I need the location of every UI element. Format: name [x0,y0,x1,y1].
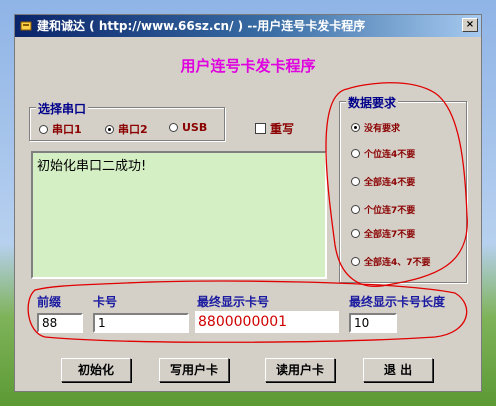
radio-units-no-7-label: 个位连7不要 [364,206,416,216]
close-button[interactable]: × [462,18,478,32]
radio-usb[interactable]: USB [169,121,207,134]
write-card-button[interactable]: 写用户卡 [159,358,229,382]
radio-button-icon [351,205,360,214]
radio-button-icon [351,149,360,158]
rewrite-checkbox[interactable]: 重写 [255,120,294,137]
checkbox-icon [255,123,266,134]
prefix-label: 前缀 [37,295,62,309]
radio-com1-label: 串口1 [52,123,82,136]
final-card-label: 最终显示卡号 [197,295,270,309]
radio-com1[interactable]: 串口1 [39,121,82,137]
radio-button-icon [351,257,360,266]
radio-no-requirement-label: 没有要求 [364,124,401,134]
app-window: 建和诚达 ( http://www.66sz.cn/ ) --用户连号卡发卡程序… [14,14,482,392]
prefix-input[interactable]: 88 [37,313,83,333]
serial-port-legend: 选择串口 [36,100,89,117]
radio-units-no-4-label: 个位连4不要 [364,150,416,160]
title-bar[interactable]: 建和诚达 ( http://www.66sz.cn/ ) --用户连号卡发卡程序… [15,15,481,37]
radio-button-icon [351,229,360,238]
radio-no-requirement[interactable]: 没有要求 [351,121,400,134]
final-length-input[interactable]: 10 [349,313,397,333]
rewrite-label: 重写 [270,122,295,136]
radio-all-no-4-label: 全部连4不要 [364,178,416,188]
radio-button-icon [351,177,360,186]
window-title: 建和诚达 ( http://www.66sz.cn/ ) --用户连号卡发卡程序 [37,19,366,33]
radio-units-no-7[interactable]: 个位连7不要 [351,203,415,216]
data-requirement-legend: 数据要求 [346,94,399,111]
final-length-label: 最终显示卡号长度 [349,295,446,309]
status-output[interactable]: 初始化串口二成功! [31,151,327,279]
program-title: 用户连号卡发卡程序 [180,57,316,75]
radio-usb-label: USB [182,121,208,134]
radio-button-icon [169,123,178,132]
radio-all-no-4-7-label: 全部连4、7不要 [364,258,431,268]
radio-all-no-4[interactable]: 全部连4不要 [351,175,415,188]
status-text: 初始化串口二成功! [37,159,147,174]
radio-all-no-7[interactable]: 全部连7不要 [351,227,415,240]
radio-com2[interactable]: 串口2 [105,121,148,137]
radio-all-no-4-7[interactable]: 全部连4、7不要 [351,255,431,268]
exit-button[interactable]: 退 出 [363,358,433,382]
card-number-input[interactable]: 1 [93,313,189,333]
radio-button-icon [39,124,48,134]
radio-all-no-7-label: 全部连7不要 [364,230,416,240]
final-card-display: 8800000001 [195,311,339,333]
radio-button-icon [351,123,360,132]
radio-units-no-4[interactable]: 个位连4不要 [351,147,415,160]
init-button[interactable]: 初始化 [61,358,131,382]
card-number-label: 卡号 [93,295,118,309]
radio-com2-label: 串口2 [118,123,148,136]
read-card-button[interactable]: 读用户卡 [265,358,335,382]
app-icon [20,21,32,31]
radio-button-icon [105,124,114,134]
